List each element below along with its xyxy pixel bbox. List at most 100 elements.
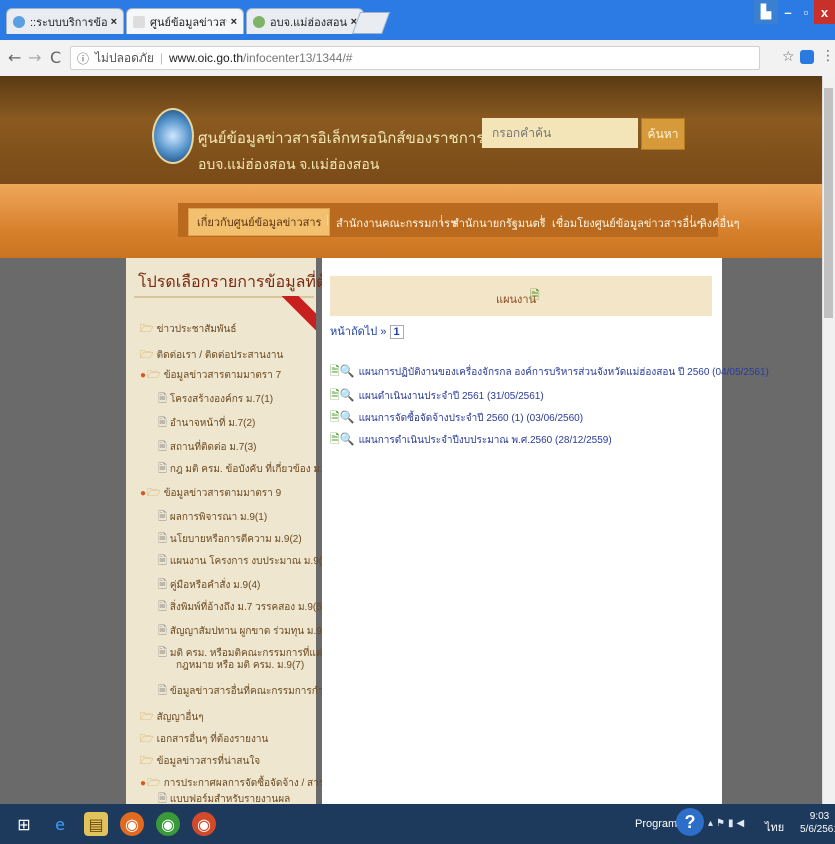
forward-icon[interactable]: →: [28, 48, 41, 67]
clock-date: 5/6/2561: [800, 824, 835, 835]
folder-icon: 🗁: [140, 710, 154, 723]
globe-icon: [253, 15, 265, 28]
document-icon: 🗎: [158, 646, 167, 659]
nav-item-pm-office[interactable]: สำนักนายกรัฐมนตรี: [452, 214, 546, 232]
tab-label: ::ระบบบริการข้อมูลข่าวสาร: [30, 16, 107, 29]
document-icon: 🗎: [158, 684, 167, 697]
tray-icons[interactable]: ▴⚑▮◀: [708, 818, 747, 829]
sidebar-item[interactable]: 🗁 ข่าวประชาสัมพันธ์: [140, 320, 236, 339]
user-icon[interactable]: ▙: [754, 0, 778, 24]
security-label: ไม่ปลอดภัย: [95, 50, 154, 65]
globe-icon: [13, 15, 25, 28]
document-icon: 🗎: [158, 554, 167, 567]
sidebar-subitem[interactable]: 🗎 ผลการพิจารณา ม.9(1): [158, 508, 267, 527]
document-search-icon: 🗎🔍: [330, 432, 355, 446]
sidebar-subitem[interactable]: 🗎 แผนงาน โครงการ งบประมาณ ม.9(3): [158, 552, 331, 571]
internet-explorer-icon[interactable]: e: [48, 812, 72, 836]
extension-icon[interactable]: [800, 50, 814, 64]
sidebar-subitem[interactable]: 🗎 คู่มือหรือคำสั่ง ม.9(4): [158, 576, 260, 595]
page-margin-left: [0, 258, 110, 804]
folder-icon: 🗁: [140, 754, 154, 767]
clock[interactable]: 9:03 5/6/2561: [800, 810, 835, 836]
file-explorer-icon[interactable]: ▤: [84, 812, 108, 836]
divider: |: [159, 51, 163, 65]
folder-open-icon: 🗁: [147, 368, 161, 381]
nav-separator: |: [440, 214, 443, 226]
menu-icon[interactable]: ⋮: [821, 48, 835, 64]
address-bar[interactable]: ⓘ ไม่ปลอดภัย | www.oic.go.th /infocenter…: [70, 46, 760, 70]
tab-label: ศูนย์ข้อมูลข่าวสารของราชการ: [150, 16, 227, 29]
nav-item-office[interactable]: สำนักงานคณะกรรมการฯ: [336, 214, 456, 232]
url-path: /infocenter13/1344/#: [243, 51, 353, 65]
sidebar-subitem[interactable]: 🗎 นโยบายหรือการตีความ ม.9(2): [158, 530, 302, 549]
back-icon[interactable]: ←: [8, 48, 21, 67]
help-icon[interactable]: ?: [676, 808, 704, 836]
document-icon: 🗎: [158, 440, 167, 453]
sidebar-subitem[interactable]: 🗎 สิ่งพิมพ์ที่อ้างถึง ม.7 วรรคสอง ม.9(5): [158, 598, 325, 617]
document-link[interactable]: 🗎🔍 แผนการปฏิบัติงานของเครื่องจักรกล องค์ก…: [330, 362, 769, 383]
sidebar-subitem[interactable]: 🗎 โครงสร้างองค์กร ม.7(1): [158, 390, 273, 409]
tab-label: อบจ.แม่ฮ่องสอน Think beyo: [270, 16, 347, 29]
nav-item-about[interactable]: เกี่ยวกับศูนย์ข้อมูลข่าวสาร: [188, 208, 331, 236]
bullet-icon: ●: [140, 778, 147, 789]
sidebar-item[interactable]: ● 🗁 ข้อมูลข่าวสารตามมาตรา 7: [140, 366, 281, 385]
language-indicator[interactable]: ไทย: [765, 818, 784, 836]
sidebar-subitem[interactable]: 🗎 กฎ มติ ครม. ข้อบังคับ ที่เกี่ยวข้อง ม.7…: [158, 460, 341, 479]
sidebar-item[interactable]: ● 🗁 ข้อมูลข่าวสารตามมาตรา 9: [140, 484, 281, 503]
url-host: www.oic.go.th: [169, 51, 244, 65]
nav-separator: |: [690, 214, 693, 226]
sidebar-subitem[interactable]: 🗎 สัญญาสัมปทาน ผูกขาด ร่วมทุน ม.9(6): [158, 622, 334, 641]
close-icon[interactable]: ×: [231, 16, 237, 28]
search-input[interactable]: [482, 118, 638, 148]
nav-separator: |: [326, 214, 329, 226]
corner-ribbon: [282, 296, 316, 330]
windows-start-icon[interactable]: ⊞: [12, 812, 36, 836]
document-icon: 🗎: [158, 624, 167, 637]
document-link[interactable]: 🗎🔍 แผนการดำเนินประจำปีงบประมาณ พ.ศ.2560 (…: [330, 430, 612, 451]
close-window-button[interactable]: x: [814, 0, 835, 24]
close-icon[interactable]: ×: [111, 16, 117, 28]
sidebar-item[interactable]: 🗁 ติดต่อเรา / ติดต่อประสานงาน: [140, 346, 283, 365]
search-button[interactable]: ค้นหา: [641, 118, 685, 150]
nav-separator: |: [540, 214, 543, 226]
document-icon: 🗎: [158, 392, 167, 405]
document-search-icon: 🗎🔍: [330, 364, 355, 378]
folder-icon: 🗁: [140, 732, 154, 745]
chrome-icon[interactable]: ◉: [192, 812, 216, 836]
tab-3[interactable]: อบจ.แม่ฮ่องสอน Think beyo ×: [246, 8, 364, 34]
nav-item-other-links[interactable]: ลิงค์อื่นๆ: [700, 214, 740, 232]
reload-icon[interactable]: C: [50, 48, 61, 67]
folder-icon: 🗁: [140, 322, 154, 335]
minimize-button[interactable]: –: [778, 0, 798, 24]
document-link[interactable]: 🗎🔍 แผนดำเนินงานประจำปี 2561 (31/05/2561): [330, 386, 544, 407]
document-icon: 🗎: [158, 578, 167, 591]
sidebar-item[interactable]: 🗁 สัญญาอื่นๆ: [140, 708, 204, 727]
document-search-icon: 🗎🔍: [330, 410, 355, 424]
nav-item-links-centers[interactable]: เชื่อมโยงศูนย์ข้อมูลข่าวสารอื่นๆ: [552, 214, 703, 232]
star-icon[interactable]: ☆: [782, 49, 795, 65]
sidebar-item[interactable]: 🗁 เอกสารอื่นๆ ที่ต้องรายงาน: [140, 730, 268, 749]
document-icon: 🗎: [158, 416, 167, 429]
chrome-icon[interactable]: ◉: [156, 812, 180, 836]
document-icon: 🗎: [530, 288, 540, 302]
sidebar-subitem-cont[interactable]: กฎหมาย หรือ มติ ครม. ม.9(7): [176, 658, 304, 673]
page-icon: [133, 15, 145, 28]
pagination: หน้าถัดไป » 1: [330, 322, 404, 340]
document-icon: 🗎: [158, 600, 167, 613]
tab-1[interactable]: ::ระบบบริการข้อมูลข่าวสาร ×: [6, 8, 124, 34]
document-link[interactable]: 🗎🔍 แผนการจัดซื้อจัดจ้างประจำปี 2560 (1) (…: [330, 408, 583, 429]
sidebar-item[interactable]: 🗁 ข้อมูลข่าวสารที่น่าสนใจ: [140, 752, 260, 771]
page-margin-right: [724, 258, 822, 804]
page-number-link[interactable]: 1: [389, 325, 404, 339]
info-icon[interactable]: ⓘ: [77, 50, 89, 67]
maximize-button[interactable]: ▫: [798, 0, 814, 24]
scrollbar-thumb[interactable]: [824, 88, 833, 318]
document-icon: 🗎: [158, 462, 167, 475]
tab-2[interactable]: ศูนย์ข้อมูลข่าวสารของราชการ ×: [126, 8, 244, 34]
sidebar-subitem[interactable]: 🗎 อำนาจหน้าที่ ม.7(2): [158, 414, 255, 433]
site-logo: [152, 108, 194, 164]
sidebar-subitem[interactable]: 🗎 สถานที่ติดต่อ ม.7(3): [158, 438, 256, 457]
firefox-icon[interactable]: ◉: [120, 812, 144, 836]
document-icon: 🗎: [158, 532, 167, 545]
clock-time: 9:03: [809, 811, 830, 822]
